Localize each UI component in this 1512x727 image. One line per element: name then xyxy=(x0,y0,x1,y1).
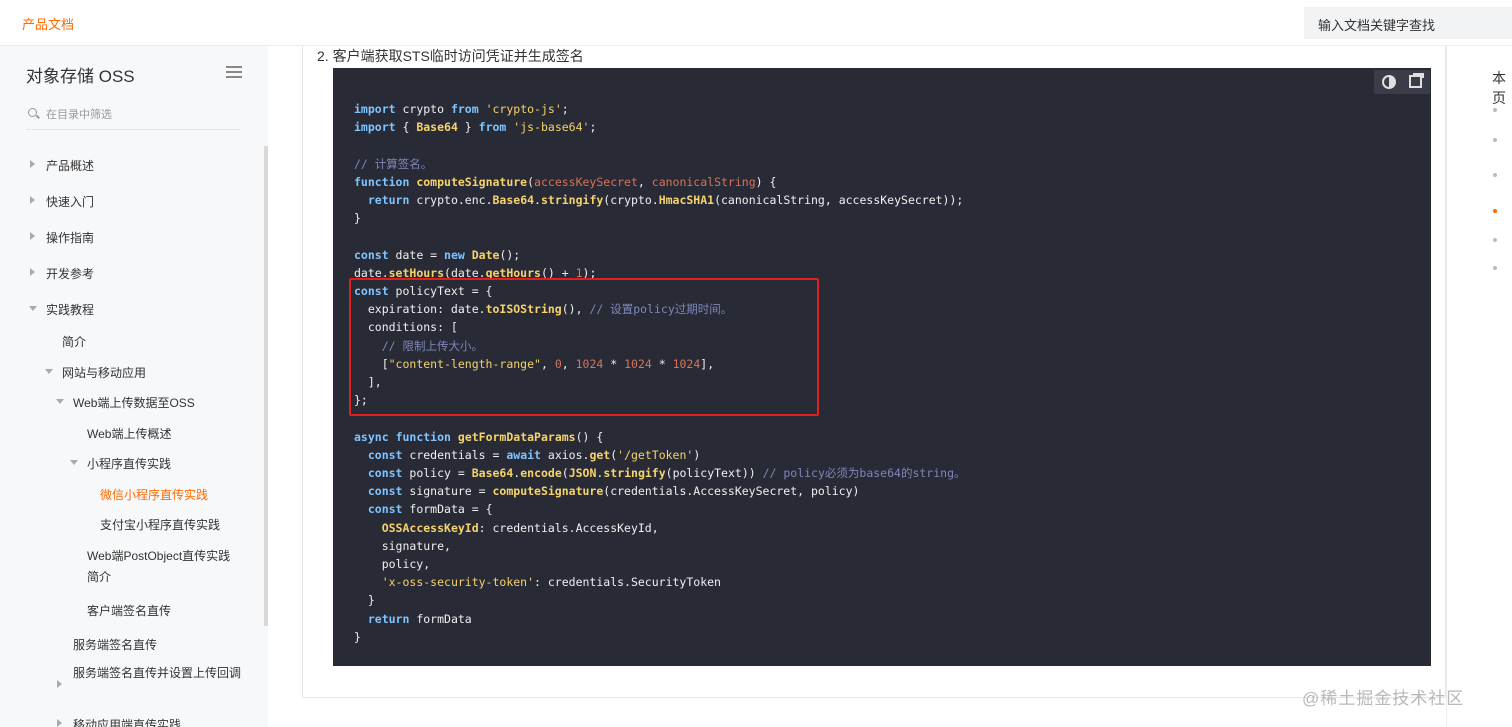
sidebar-item-label: 开发参考 xyxy=(46,267,95,281)
toc-title: 本页 xyxy=(1492,70,1506,106)
top-bar: 产品文档 输入文档关键字查找 xyxy=(0,0,1512,46)
copy-icon[interactable] xyxy=(1409,73,1424,88)
toc-filter-input[interactable]: 在目录中筛选 xyxy=(26,102,240,130)
sidebar-item-server-sign[interactable]: 服务端签名直传 xyxy=(73,636,157,653)
sidebar-item-server-sign-callback[interactable]: 服务端签名直传并设置上传回调 xyxy=(57,663,243,688)
product-docs-link[interactable]: 产品文档 xyxy=(22,14,74,33)
chevron-down-icon xyxy=(56,399,64,404)
sidebar-item-miniprogram-upload[interactable]: 小程序直传实践 xyxy=(70,455,172,472)
sidebar-item-label: 操作指南 xyxy=(46,231,95,245)
sidebar-item-label: 服务端签名直传 xyxy=(73,638,158,652)
search-icon xyxy=(28,108,37,117)
highlight-box xyxy=(349,278,819,416)
sidebar-item-web-mobile[interactable]: 网站与移动应用 xyxy=(45,364,147,381)
sidebar-item-label: Web端上传数据至OSS xyxy=(73,396,195,410)
chevron-right-icon xyxy=(30,232,35,240)
sidebar-item-label: 微信小程序直传实践 xyxy=(100,488,209,502)
toc-bullet[interactable] xyxy=(1493,238,1497,242)
chevron-right-icon xyxy=(30,160,35,168)
doc-search-input[interactable]: 输入文档关键字查找 xyxy=(1304,7,1512,39)
section-heading: 2. 客户端获取STS临时访问凭证并生成签名 xyxy=(317,48,584,64)
chevron-down-icon xyxy=(70,460,78,465)
sidebar-item-client-sign[interactable]: 客户端签名直传 xyxy=(87,602,171,619)
chevron-right-icon xyxy=(57,680,62,688)
chevron-right-icon xyxy=(57,719,62,727)
sidebar-item-label: 实践教程 xyxy=(46,303,95,317)
chevron-down-icon xyxy=(45,369,53,374)
sidebar-item-dev-reference[interactable]: 开发参考 xyxy=(30,265,95,282)
theme-toggle-icon[interactable] xyxy=(1382,75,1396,89)
sidebar-scrollbar[interactable] xyxy=(264,146,268,626)
toc-bullet[interactable] xyxy=(1493,108,1497,112)
sidebar: 对象存储 OSS 在目录中筛选 产品概述 快速入门 操作指南 开发参考 实践教程… xyxy=(0,46,268,727)
code-toolbar xyxy=(1374,70,1430,94)
sidebar-item-tutorials[interactable]: 实践教程 xyxy=(29,301,95,318)
sidebar-item-label: 服务端签名直传并设置上传回调 xyxy=(73,666,242,680)
right-toc-panel: 本页 xyxy=(1446,46,1512,727)
toc-bullet[interactable] xyxy=(1493,138,1497,142)
sidebar-item-intro[interactable]: 简介 xyxy=(62,333,86,350)
sidebar-item-mobile-upload[interactable]: 移动应用端直传实践 xyxy=(57,716,182,727)
sidebar-item-web-upload-oss[interactable]: Web端上传数据至OSS xyxy=(56,394,195,411)
toc-bullet[interactable] xyxy=(1493,173,1497,177)
sidebar-item-wechat-miniprogram[interactable]: 微信小程序直传实践 xyxy=(100,486,208,503)
sidebar-title: 对象存储 OSS xyxy=(26,67,135,86)
sidebar-item-label: 客户端签名直传 xyxy=(87,604,172,618)
filter-placeholder: 在目录中筛选 xyxy=(46,109,112,121)
sidebar-item-label: 小程序直传实践 xyxy=(87,457,172,471)
search-placeholder: 输入文档关键字查找 xyxy=(1318,18,1436,33)
toc-bullet[interactable] xyxy=(1493,266,1497,270)
sidebar-item-postobject[interactable]: Web端PostObject直传实践简介 xyxy=(87,546,237,588)
sidebar-item-web-upload-overview[interactable]: Web端上传概述 xyxy=(87,425,171,442)
sidebar-item-product-overview[interactable]: 产品概述 xyxy=(30,157,95,174)
chevron-down-icon xyxy=(29,306,37,311)
sidebar-item-label: 简介 xyxy=(62,335,87,349)
sidebar-item-alipay-miniprogram[interactable]: 支付宝小程序直传实践 xyxy=(100,516,220,533)
sidebar-item-user-guide[interactable]: 操作指南 xyxy=(30,229,95,246)
sidebar-item-quick-start[interactable]: 快速入门 xyxy=(30,193,95,210)
sidebar-item-label: 网站与移动应用 xyxy=(62,366,147,380)
sidebar-item-label: 移动应用端直传实践 xyxy=(73,718,182,727)
chevron-right-icon xyxy=(30,196,35,204)
sidebar-item-label: Web端上传概述 xyxy=(87,427,172,441)
chevron-right-icon xyxy=(30,268,35,276)
watermark: @稀土掘金技术社区 xyxy=(1302,689,1465,708)
sidebar-item-label: 支付宝小程序直传实践 xyxy=(100,518,221,532)
hamburger-menu-icon[interactable] xyxy=(226,66,242,80)
toc-bullet-active[interactable] xyxy=(1493,209,1497,213)
sidebar-item-label: 产品概述 xyxy=(46,159,95,173)
sidebar-item-label: Web端PostObject直传实践简介 xyxy=(87,549,231,584)
sidebar-item-label: 快速入门 xyxy=(46,195,95,209)
